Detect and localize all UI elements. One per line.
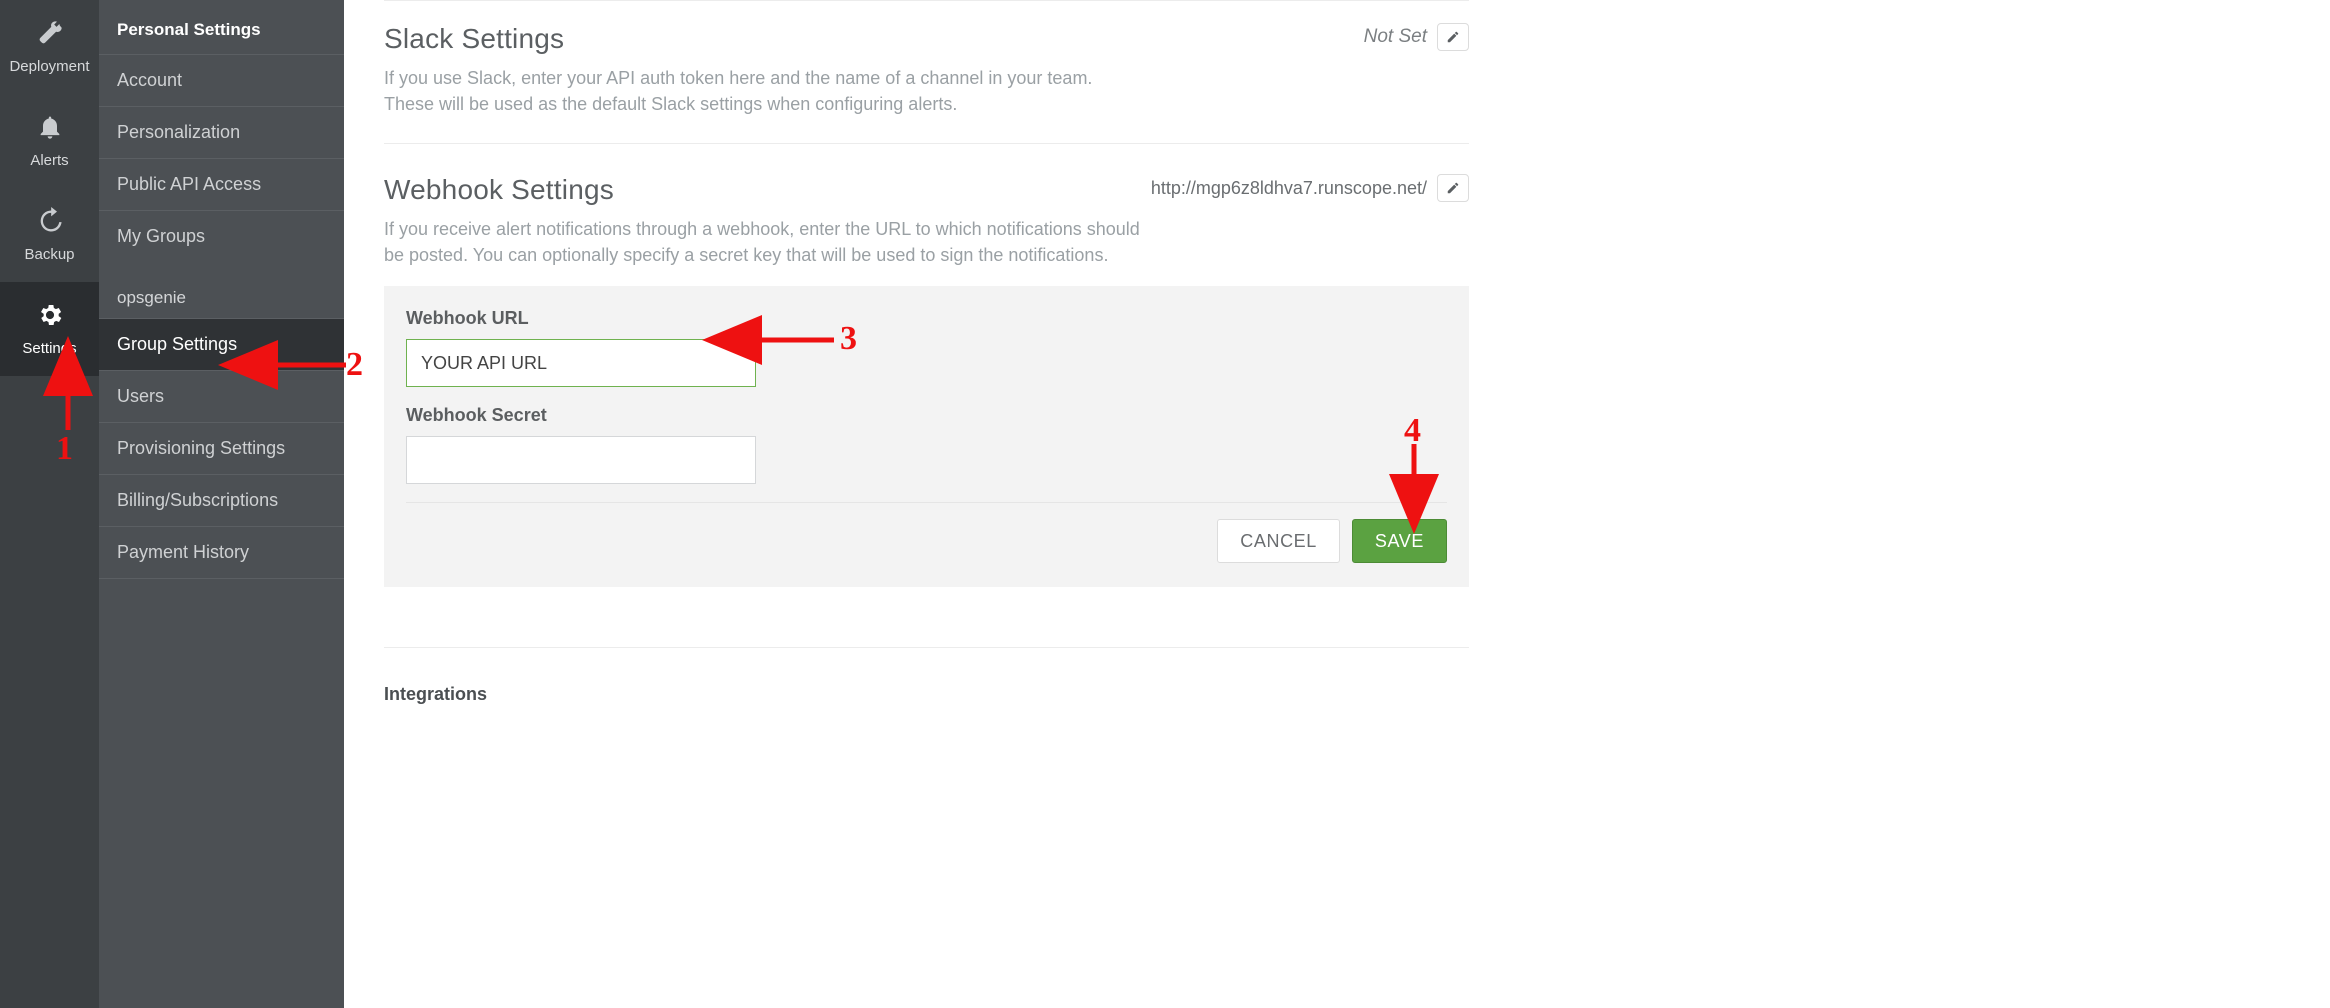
sidebar-item-public-api[interactable]: Public API Access — [99, 158, 344, 210]
webhook-title: Webhook Settings — [384, 174, 614, 206]
sidebar-header-personal: Personal Settings — [99, 0, 344, 54]
sidebar-item-my-groups[interactable]: My Groups — [99, 210, 344, 262]
sidebar-item-billing[interactable]: Billing/Subscriptions — [99, 474, 344, 526]
nav-deployment-label: Deployment — [9, 58, 89, 75]
nav-backup[interactable]: Backup — [0, 188, 99, 282]
save-button[interactable]: SAVE — [1352, 519, 1447, 563]
sidebar-item-label: Users — [117, 386, 164, 406]
sidebar-item-label: Provisioning Settings — [117, 438, 285, 458]
sidebar-item-personalization[interactable]: Personalization — [99, 106, 344, 158]
sidebar-item-users[interactable]: Users — [99, 370, 344, 422]
webhook-desc: If you receive alert notifications throu… — [384, 216, 1144, 268]
sidebar-item-label: Billing/Subscriptions — [117, 490, 278, 510]
bell-icon — [36, 113, 64, 146]
main-content: Slack Settings Not Set If you use Slack,… — [344, 0, 2330, 1008]
pencil-icon — [1446, 30, 1460, 44]
history-icon — [36, 207, 64, 240]
sidebar-item-label: Public API Access — [117, 174, 261, 194]
cancel-button[interactable]: CANCEL — [1217, 519, 1340, 563]
sidebar-item-label: My Groups — [117, 226, 205, 246]
slack-edit-button[interactable] — [1437, 23, 1469, 51]
nav-backup-label: Backup — [24, 246, 74, 263]
sidebar-item-label: Personalization — [117, 122, 240, 142]
slack-status: Not Set — [1364, 26, 1427, 48]
nav-alerts[interactable]: Alerts — [0, 94, 99, 188]
section-slack: Slack Settings Not Set If you use Slack,… — [384, 23, 1469, 144]
sidebar-item-payment-history[interactable]: Payment History — [99, 526, 344, 579]
gear-icon — [36, 301, 64, 334]
webhook-secret-input[interactable] — [406, 436, 756, 484]
sidebar-group-name: opsgenie — [99, 262, 344, 318]
wrench-icon — [36, 19, 64, 52]
nav-alerts-label: Alerts — [30, 152, 68, 169]
sidebar-item-provisioning[interactable]: Provisioning Settings — [99, 422, 344, 474]
sidebar-item-group-settings[interactable]: Group Settings — [99, 318, 344, 370]
slack-title: Slack Settings — [384, 23, 564, 55]
section-webhook: Webhook Settings http://mgp6z8ldhva7.run… — [384, 174, 1469, 587]
settings-sidebar: Personal Settings Account Personalizatio… — [99, 0, 344, 1008]
pencil-icon — [1446, 181, 1460, 195]
sidebar-item-label: Payment History — [117, 542, 249, 562]
webhook-form-panel: Webhook URL Webhook Secret CANCEL SAVE — [384, 286, 1469, 587]
webhook-url-input[interactable] — [406, 339, 756, 387]
nav-settings[interactable]: Settings — [0, 282, 99, 376]
sidebar-item-label: Account — [117, 70, 182, 90]
nav-settings-label: Settings — [22, 340, 76, 357]
sidebar-item-account[interactable]: Account — [99, 54, 344, 106]
integrations-heading: Integrations — [384, 684, 1469, 705]
slack-desc: If you use Slack, enter your API auth to… — [384, 65, 1144, 117]
webhook-url-label: Webhook URL — [406, 308, 1447, 329]
webhook-edit-button[interactable] — [1437, 174, 1469, 202]
sidebar-item-label: Group Settings — [117, 334, 237, 354]
primary-nav-rail: Deployment Alerts Backup Settings — [0, 0, 99, 1008]
webhook-secret-label: Webhook Secret — [406, 405, 1447, 426]
webhook-current-value: http://mgp6z8ldhva7.runscope.net/ — [1151, 178, 1427, 199]
nav-deployment[interactable]: Deployment — [0, 0, 99, 94]
